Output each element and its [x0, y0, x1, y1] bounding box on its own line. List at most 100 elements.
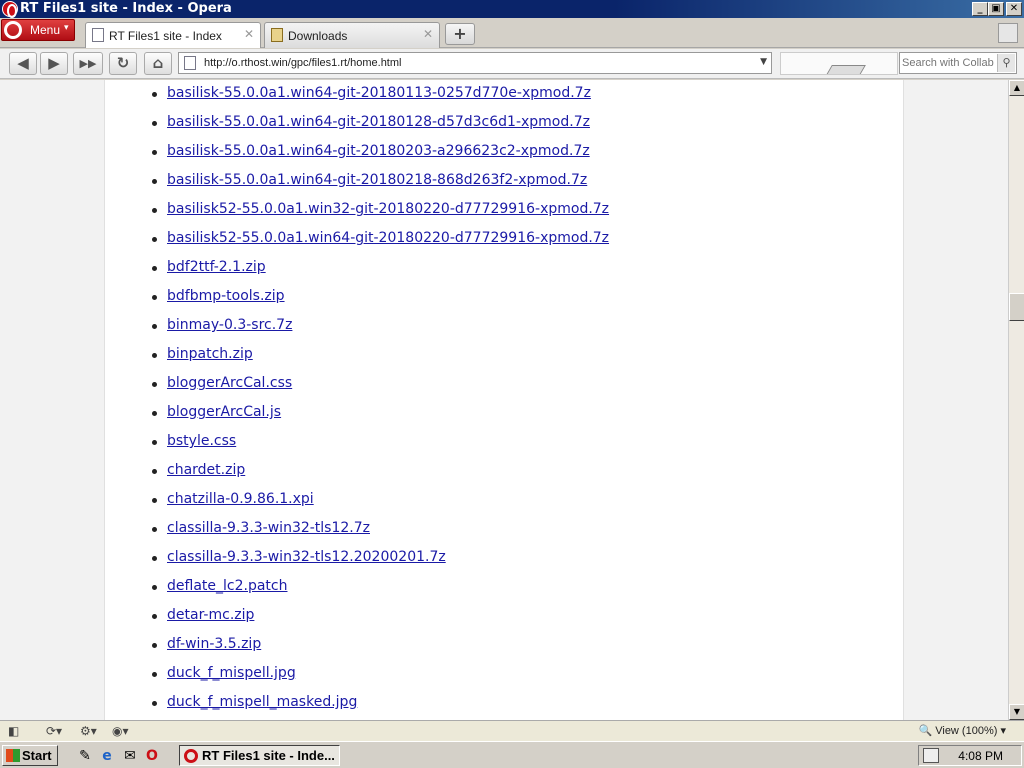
- file-link[interactable]: chatzilla-0.9.86.1.xpi: [167, 491, 314, 507]
- bullet-icon: [152, 672, 157, 677]
- opera-menu-button[interactable]: Menu ▾: [1, 19, 75, 41]
- file-link[interactable]: bloggerArcCal.js: [167, 404, 281, 420]
- file-link[interactable]: bstyle.css: [167, 433, 236, 449]
- downloads-icon: [271, 28, 283, 42]
- file-link[interactable]: bdf2ttf-2.1.zip: [167, 259, 266, 275]
- file-link[interactable]: classilla-9.3.3-win32-tls12.20200201.7z: [167, 549, 446, 565]
- bullet-icon: [152, 643, 157, 648]
- sync-icon[interactable]: ⟳▾: [46, 724, 62, 739]
- bullet-icon: [152, 208, 157, 213]
- opera-logo-icon: [2, 1, 18, 18]
- page-icon: [184, 56, 196, 70]
- tab-bar: Menu ▾ RT Files1 site - Index ✕ Download…: [0, 18, 1024, 48]
- navigation-bar: ◀ ▶ ▶▶ ↻ ⌂ http://o.rthost.win/gpc/files…: [0, 49, 1024, 79]
- file-link[interactable]: basilisk-55.0.0a1.win64-git-20180218-868…: [167, 172, 587, 188]
- unite-icon[interactable]: ⚙▾: [80, 724, 97, 739]
- minimize-button[interactable]: _: [972, 2, 988, 16]
- window-title-bar[interactable]: RT Files1 site - Index - Opera _ ▣ ✕: [0, 0, 1024, 18]
- search-icon[interactable]: ⚲: [997, 54, 1015, 72]
- address-bar[interactable]: http://o.rthost.win/gpc/files1.rt/home.h…: [178, 52, 772, 74]
- back-button[interactable]: ◀: [9, 52, 37, 75]
- bullet-icon: [152, 440, 157, 445]
- scroll-down-button[interactable]: ▼: [1009, 704, 1024, 720]
- bullet-icon: [152, 469, 157, 474]
- fast-forward-button[interactable]: ▶▶: [73, 52, 103, 75]
- file-link[interactable]: basilisk52-55.0.0a1.win32-git-20180220-d…: [167, 201, 609, 217]
- bullet-icon: [152, 92, 157, 97]
- taskbar-window-label: RT Files1 site - Inde...: [202, 748, 335, 763]
- file-link[interactable]: binpatch.zip: [167, 346, 253, 362]
- bullet-icon: [152, 179, 157, 184]
- url-text[interactable]: http://o.rthost.win/gpc/files1.rt/home.h…: [204, 57, 401, 69]
- search-box[interactable]: ⚲: [899, 52, 1017, 74]
- bullet-icon: [152, 614, 157, 619]
- search-input[interactable]: [902, 55, 994, 71]
- start-button[interactable]: Start: [2, 745, 58, 766]
- taskbar-opera-window[interactable]: RT Files1 site - Inde...: [179, 745, 340, 766]
- scrollbar-thumb[interactable]: [1009, 293, 1024, 322]
- new-tab-button[interactable]: +: [445, 23, 475, 45]
- closed-tabs-trash-icon[interactable]: [998, 23, 1018, 43]
- bullet-icon: [152, 324, 157, 329]
- bullet-icon: [152, 382, 157, 387]
- bullet-icon: [152, 556, 157, 561]
- start-label: Start: [22, 748, 52, 763]
- file-link[interactable]: bdfbmp-tools.zip: [167, 288, 285, 304]
- forward-button[interactable]: ▶: [40, 52, 68, 75]
- file-link[interactable]: chardet.zip: [167, 462, 245, 478]
- window-title: RT Files1 site - Index - Opera: [20, 1, 232, 16]
- page-viewport: basilisk-55.0.0a1.win64-git-20180113-025…: [0, 80, 1008, 720]
- bullet-icon: [152, 353, 157, 358]
- zoom-label: View (100%): [935, 725, 998, 737]
- quicklaunch-mail-icon[interactable]: ✉: [121, 747, 139, 765]
- close-tab-icon[interactable]: ✕: [423, 27, 433, 41]
- quicklaunch-editor-icon[interactable]: ✎: [76, 747, 94, 765]
- bullet-icon: [152, 295, 157, 300]
- bullet-icon: [152, 237, 157, 242]
- chevron-down-icon: ▾: [64, 23, 69, 33]
- toolbar-spacer: [780, 52, 898, 75]
- file-link[interactable]: classilla-9.3.3-win32-tls12.7z: [167, 520, 370, 536]
- bullet-icon: [152, 411, 157, 416]
- zoom-control[interactable]: 🔍 View (100%) ▾: [918, 724, 1006, 737]
- scroll-up-button[interactable]: ▲: [1009, 80, 1024, 96]
- file-link[interactable]: binmay-0.3-src.7z: [167, 317, 292, 333]
- zoom-icon: 🔍: [918, 725, 933, 737]
- home-button[interactable]: ⌂: [144, 52, 172, 75]
- turbo-icon[interactable]: ◉▾: [112, 724, 129, 739]
- quicklaunch-opera-icon[interactable]: O: [143, 747, 161, 765]
- tab-rt-files1[interactable]: RT Files1 site - Index ✕: [85, 22, 261, 48]
- file-link[interactable]: deflate_lc2.patch: [167, 578, 287, 594]
- reload-button[interactable]: ↻: [109, 52, 137, 75]
- file-link[interactable]: basilisk52-55.0.0a1.win64-git-20180220-d…: [167, 230, 609, 246]
- file-link[interactable]: basilisk-55.0.0a1.win64-git-20180113-025…: [167, 85, 591, 101]
- maximize-button[interactable]: ▣: [988, 2, 1004, 16]
- file-link[interactable]: duck_f_mispell_masked.jpg: [167, 694, 357, 710]
- url-history-dropdown-icon[interactable]: ▼: [760, 57, 767, 67]
- file-link[interactable]: df-win-3.5.zip: [167, 636, 261, 652]
- tab-label: Downloads: [288, 29, 348, 43]
- menu-label: Menu: [30, 23, 61, 37]
- tab-label: RT Files1 site - Index: [109, 29, 222, 43]
- file-link[interactable]: basilisk-55.0.0a1.win64-git-20180203-a29…: [167, 143, 590, 159]
- opera-icon: [4, 21, 22, 39]
- bullet-icon: [152, 266, 157, 271]
- network-tray-icon[interactable]: [923, 748, 939, 763]
- page-icon: [92, 28, 104, 42]
- bullet-icon: [152, 150, 157, 155]
- chevron-down-icon: ▾: [1000, 725, 1006, 737]
- file-link[interactable]: bloggerArcCal.css: [167, 375, 292, 391]
- bullet-icon: [152, 585, 157, 590]
- tab-downloads[interactable]: Downloads ✕: [264, 22, 440, 48]
- decoration-icon: [826, 65, 866, 74]
- file-link[interactable]: duck_f_mispell.jpg: [167, 665, 296, 681]
- close-window-button[interactable]: ✕: [1006, 2, 1022, 16]
- vertical-scrollbar[interactable]: ▲ ▼: [1008, 80, 1024, 720]
- clock: 4:08 PM: [958, 749, 1003, 763]
- file-link[interactable]: detar-mc.zip: [167, 607, 254, 623]
- close-tab-icon[interactable]: ✕: [244, 27, 254, 41]
- file-link[interactable]: basilisk-55.0.0a1.win64-git-20180128-d57…: [167, 114, 590, 130]
- status-bar: ◧ ⟳▾ ⚙▾ ◉▾ 🔍 View (100%) ▾: [0, 720, 1024, 741]
- quicklaunch-ie-icon[interactable]: e: [98, 747, 116, 765]
- panel-toggle-icon[interactable]: ◧: [8, 724, 19, 739]
